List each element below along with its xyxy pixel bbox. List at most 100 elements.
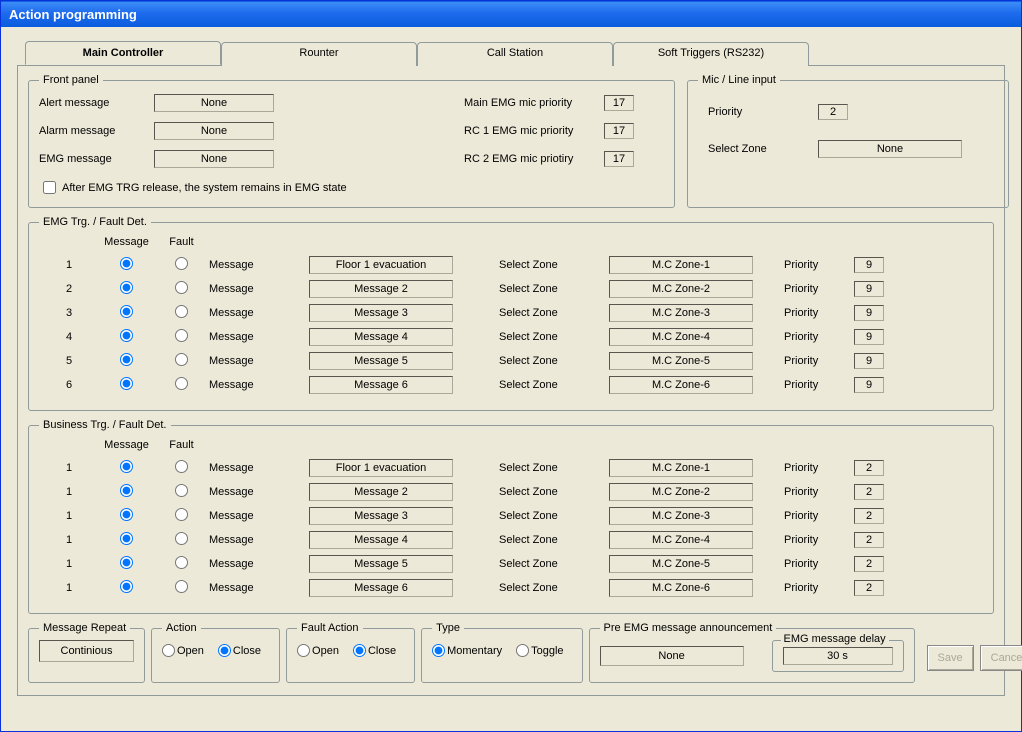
pre-emg-dropdown[interactable]: None xyxy=(600,646,744,666)
biz-priority-value[interactable]: 2 xyxy=(854,580,884,596)
emg-message-radio[interactable] xyxy=(120,257,133,270)
rc1-emg-prio-value[interactable]: 17 xyxy=(604,123,634,139)
biz-message-dropdown[interactable]: Message 2 xyxy=(309,483,453,501)
mic-priority-value[interactable]: 2 xyxy=(818,104,848,120)
mic-zone-label: Select Zone xyxy=(708,143,818,155)
emg-message-dropdown[interactable]: Message 4 xyxy=(309,328,453,346)
biz-zone-dropdown[interactable]: M.C Zone-5 xyxy=(609,555,753,573)
biz-priority-value[interactable]: 2 xyxy=(854,484,884,500)
emg-fault-radio[interactable] xyxy=(175,377,188,390)
emg-zone-dropdown[interactable]: M.C Zone-4 xyxy=(609,328,753,346)
emg-delay-dropdown[interactable]: 30 s xyxy=(783,647,893,665)
main-emg-prio-value[interactable]: 17 xyxy=(604,95,634,111)
emg-message-dropdown[interactable]: Message 5 xyxy=(309,352,453,370)
emg-message-radio[interactable] xyxy=(120,377,133,390)
rc2-emg-prio-value[interactable]: 17 xyxy=(604,151,634,167)
biz-message-dropdown[interactable]: Floor 1 evacuation xyxy=(309,459,453,477)
biz-zone-label: Select Zone xyxy=(499,510,609,522)
biz-message-label: Message xyxy=(209,486,309,498)
biz-priority-label: Priority xyxy=(784,558,854,570)
emg-zone-dropdown[interactable]: M.C Zone-5 xyxy=(609,352,753,370)
biz-priority-value[interactable]: 2 xyxy=(854,556,884,572)
biz-zone-dropdown[interactable]: M.C Zone-1 xyxy=(609,459,753,477)
msg-repeat-dropdown[interactable]: Continious xyxy=(39,640,134,662)
mic-zone-dropdown[interactable]: None xyxy=(818,140,962,158)
biz-message-dropdown[interactable]: Message 6 xyxy=(309,579,453,597)
biz-message-radio[interactable] xyxy=(120,508,133,521)
tab-soft-triggers[interactable]: Soft Triggers (RS232) xyxy=(613,42,809,66)
biz-message-radio[interactable] xyxy=(120,484,133,497)
biz-priority-value[interactable]: 2 xyxy=(854,508,884,524)
emg-fault-radio[interactable] xyxy=(175,305,188,318)
biz-zone-dropdown[interactable]: M.C Zone-6 xyxy=(609,579,753,597)
emg-remain-checkbox[interactable] xyxy=(43,181,56,194)
action-open-radio[interactable] xyxy=(162,644,175,657)
emg-zone-label: Select Zone xyxy=(499,331,609,343)
emg-message-dropdown[interactable]: Floor 1 evacuation xyxy=(309,256,453,274)
biz-fault-radio[interactable] xyxy=(175,460,188,473)
front-panel-group: Front panel Alert message None Main EMG … xyxy=(28,74,675,208)
action-close-radio[interactable] xyxy=(218,644,231,657)
emg-fault-radio[interactable] xyxy=(175,329,188,342)
emg-priority-value[interactable]: 9 xyxy=(854,281,884,297)
msg-repeat-legend: Message Repeat xyxy=(39,622,130,634)
emg-message-dropdown[interactable]: Message 2 xyxy=(309,280,453,298)
biz-fault-radio[interactable] xyxy=(175,532,188,545)
biz-message-dropdown[interactable]: Message 3 xyxy=(309,507,453,525)
emg-message-radio[interactable] xyxy=(120,305,133,318)
biz-message-radio[interactable] xyxy=(120,460,133,473)
fault-close-radio[interactable] xyxy=(353,644,366,657)
biz-fault-radio[interactable] xyxy=(175,580,188,593)
fault-open-radio[interactable] xyxy=(297,644,310,657)
emg-message-radio[interactable] xyxy=(120,329,133,342)
biz-priority-value[interactable]: 2 xyxy=(854,532,884,548)
alert-dropdown[interactable]: None xyxy=(154,94,274,112)
emg-priority-value[interactable]: 9 xyxy=(854,353,884,369)
emg-message-radio[interactable] xyxy=(120,353,133,366)
biz-zone-dropdown[interactable]: M.C Zone-3 xyxy=(609,507,753,525)
alarm-dropdown[interactable]: None xyxy=(154,122,274,140)
emg-message-dropdown[interactable]: Message 3 xyxy=(309,304,453,322)
biz-message-radio[interactable] xyxy=(120,532,133,545)
tab-router[interactable]: Rounter xyxy=(221,42,417,66)
biz-message-dropdown[interactable]: Message 4 xyxy=(309,531,453,549)
emg-row: 6MessageMessage 6Select ZoneM.C Zone-6Pr… xyxy=(39,376,983,394)
biz-priority-value[interactable]: 2 xyxy=(854,460,884,476)
emg-zone-dropdown[interactable]: M.C Zone-1 xyxy=(609,256,753,274)
emg-priority-value[interactable]: 9 xyxy=(854,377,884,393)
emg-priority-value[interactable]: 9 xyxy=(854,257,884,273)
emg-message-radio[interactable] xyxy=(120,281,133,294)
biz-fault-radio[interactable] xyxy=(175,508,188,521)
save-button[interactable]: Save xyxy=(927,645,974,671)
emg-zone-dropdown[interactable]: M.C Zone-6 xyxy=(609,376,753,394)
cancel-button[interactable]: Cancel xyxy=(980,645,1022,671)
emg-zone-dropdown[interactable]: M.C Zone-2 xyxy=(609,280,753,298)
rc1-emg-prio-label: RC 1 EMG mic priority xyxy=(464,125,604,137)
biz-header-fault: Fault xyxy=(154,439,209,451)
biz-zone-dropdown[interactable]: M.C Zone-4 xyxy=(609,531,753,549)
emg-index: 5 xyxy=(39,355,99,367)
type-momentary-radio[interactable] xyxy=(432,644,445,657)
biz-message-radio[interactable] xyxy=(120,556,133,569)
biz-fault-radio[interactable] xyxy=(175,556,188,569)
tab-main-controller[interactable]: Main Controller xyxy=(25,41,221,65)
emg-zone-dropdown[interactable]: M.C Zone-3 xyxy=(609,304,753,322)
action-group: Action Open Close xyxy=(151,622,280,683)
biz-index: 1 xyxy=(39,510,99,522)
emg-delay-legend: EMG message delay xyxy=(781,633,889,645)
emg-fault-radio[interactable] xyxy=(175,257,188,270)
emg-dropdown[interactable]: None xyxy=(154,150,274,168)
biz-message-dropdown[interactable]: Message 5 xyxy=(309,555,453,573)
emg-fault-radio[interactable] xyxy=(175,353,188,366)
emg-message-dropdown[interactable]: Message 6 xyxy=(309,376,453,394)
biz-zone-dropdown[interactable]: M.C Zone-2 xyxy=(609,483,753,501)
emg-fault-radio[interactable] xyxy=(175,281,188,294)
tab-call-station[interactable]: Call Station xyxy=(417,42,613,66)
emg-priority-value[interactable]: 9 xyxy=(854,329,884,345)
biz-row: 1MessageMessage 6Select ZoneM.C Zone-6Pr… xyxy=(39,579,983,597)
emg-message-label: Message xyxy=(209,283,309,295)
emg-priority-value[interactable]: 9 xyxy=(854,305,884,321)
biz-message-radio[interactable] xyxy=(120,580,133,593)
type-toggle-radio[interactable] xyxy=(516,644,529,657)
biz-fault-radio[interactable] xyxy=(175,484,188,497)
